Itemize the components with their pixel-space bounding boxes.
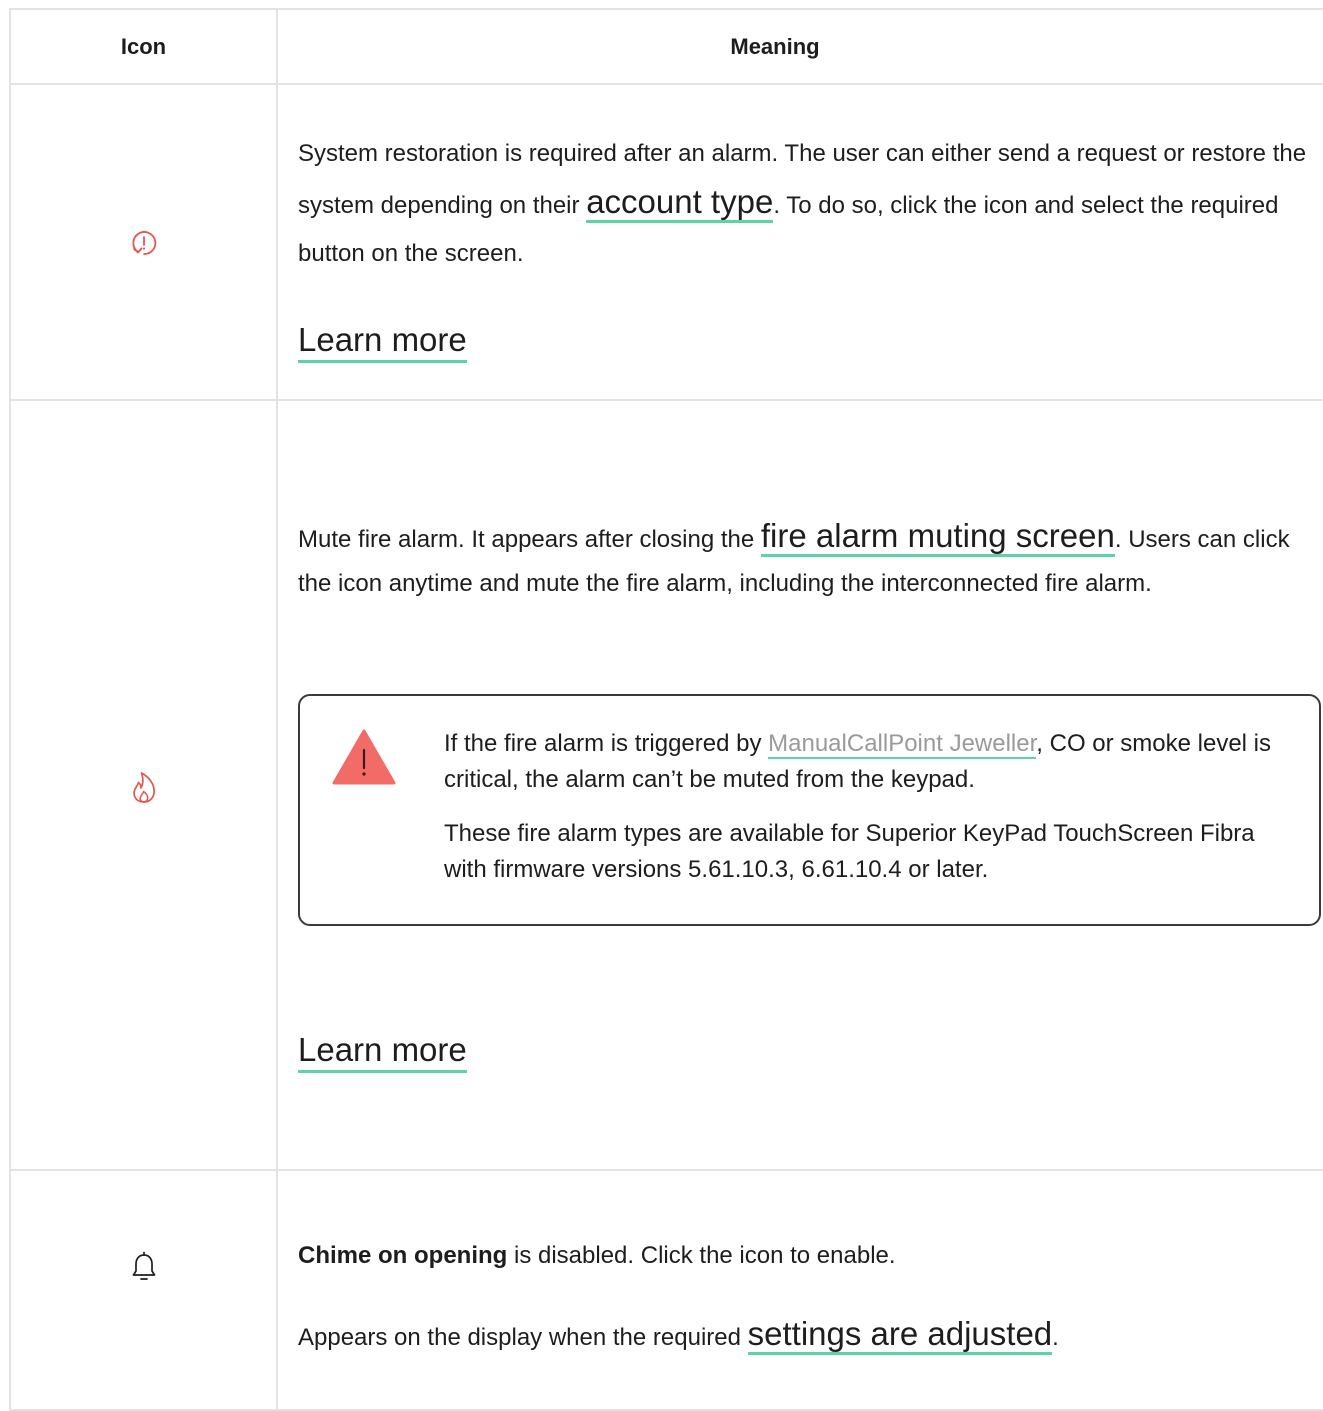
fire-icon: [130, 771, 158, 809]
table-header-row: Icon Meaning: [9, 8, 1323, 85]
icon-cell: [9, 83, 278, 401]
system-restore-icon: [129, 230, 159, 267]
meaning-cell: Chime on opening is disabled. Click the …: [276, 1169, 1323, 1411]
row-description-2: Appears on the display when the required…: [298, 1310, 1319, 1362]
row-description: Mute fire alarm. It appears after closin…: [298, 517, 1290, 597]
table-row: Chime on opening is disabled. Click the …: [9, 1169, 1323, 1411]
icons-table: Icon Meaning System restoration is requi…: [9, 8, 1323, 1411]
note-text-1: If the fire alarm is triggered by Manual…: [444, 730, 1272, 793]
settings-are-adjusted-link[interactable]: settings are adjusted: [747, 1315, 1053, 1355]
note-text-2: These fire alarm types are available for…: [444, 820, 1255, 883]
warning-note: If the fire alarm is triggered by Manual…: [298, 694, 1321, 926]
table-row: Mute fire alarm. It appears after closin…: [9, 399, 1323, 1171]
icon-cell: [9, 1169, 278, 1411]
account-type-link[interactable]: account type: [586, 183, 774, 223]
row-description: Chime on opening is disabled. Click the …: [298, 1242, 896, 1269]
icon-cell: [9, 399, 278, 1171]
table-row: System restoration is required after an …: [9, 83, 1323, 401]
learn-more-link[interactable]: Learn more: [298, 1030, 467, 1073]
learn-more-link[interactable]: Learn more: [298, 320, 467, 363]
row-description: System restoration is required after an …: [298, 140, 1307, 267]
meaning-cell: Mute fire alarm. It appears after closin…: [276, 399, 1323, 1171]
header-icon: Icon: [9, 8, 278, 85]
manualcallpoint-jeweller-link[interactable]: ManualCallPoint Jeweller: [768, 730, 1037, 759]
header-meaning: Meaning: [276, 8, 1323, 85]
bell-icon: [130, 1251, 158, 1289]
warning-icon: [332, 728, 396, 797]
fire-alarm-muting-screen-link[interactable]: fire alarm muting screen: [760, 517, 1115, 557]
meaning-cell: System restoration is required after an …: [276, 83, 1323, 401]
